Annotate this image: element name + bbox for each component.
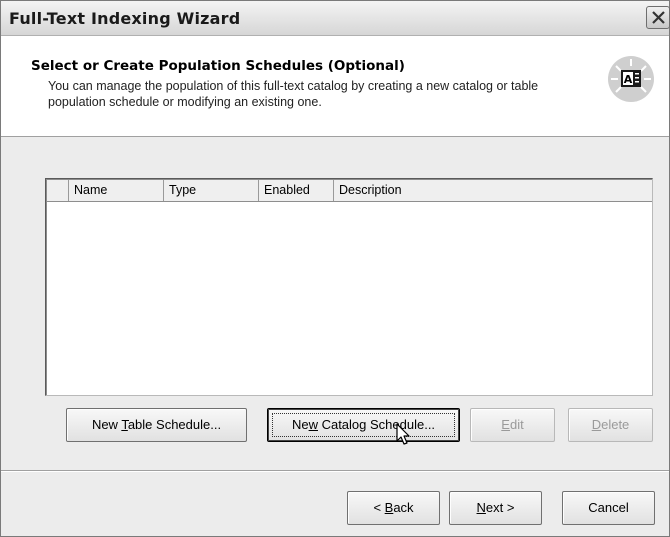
- column-header-enabled[interactable]: Enabled: [259, 180, 334, 201]
- list-header: Name Type Enabled Description: [47, 180, 652, 202]
- new-table-schedule-label-post: able Schedule...: [127, 417, 222, 432]
- back-label-pre: <: [373, 500, 385, 515]
- footer-separator-highlight: [1, 471, 669, 472]
- page-description: You can manage the population of this fu…: [48, 79, 539, 109]
- new-catalog-schedule-button[interactable]: New Catalog Schedule...: [267, 408, 460, 442]
- cancel-label: Cancel: [588, 500, 629, 515]
- column-header-name[interactable]: Name: [69, 180, 164, 201]
- new-table-schedule-button[interactable]: New Table Schedule...: [66, 408, 247, 442]
- page-title: Select or Create Population Schedules (O…: [31, 58, 405, 74]
- wizard-window: Full-Text Indexing Wizard Select or Crea…: [0, 0, 670, 537]
- edit-button[interactable]: Edit: [470, 408, 555, 442]
- close-icon: [652, 11, 665, 24]
- next-label-post: ext >: [485, 500, 515, 515]
- mouse-pointer-icon: [396, 423, 410, 445]
- new-table-schedule-label-pre: New: [91, 417, 122, 432]
- column-header-select[interactable]: [47, 180, 69, 201]
- edit-mnemonic: E: [501, 417, 510, 432]
- back-label-post: ack: [393, 500, 414, 515]
- delete-button[interactable]: Delete: [568, 408, 653, 442]
- close-button[interactable]: [646, 6, 670, 29]
- title-bar[interactable]: Full-Text Indexing Wizard: [1, 1, 670, 36]
- focus-rectangle: [272, 413, 455, 437]
- schedule-list[interactable]: Name Type Enabled Description: [45, 178, 653, 396]
- delete-label-post: elete: [601, 417, 630, 432]
- next-mnemonic: N: [476, 500, 486, 515]
- wizard-document-icon: A: [608, 56, 654, 102]
- column-header-type[interactable]: Type: [164, 180, 259, 201]
- cancel-button[interactable]: Cancel: [562, 491, 655, 525]
- next-button[interactable]: Next >: [449, 491, 542, 525]
- svg-text:A: A: [624, 73, 633, 86]
- wizard-header: Select or Create Population Schedules (O…: [1, 36, 669, 137]
- delete-mnemonic: D: [591, 417, 602, 432]
- back-button[interactable]: < Back: [347, 491, 440, 525]
- window-title: Full-Text Indexing Wizard: [9, 9, 241, 28]
- column-header-description[interactable]: Description: [334, 180, 652, 201]
- edit-label-post: dit: [509, 417, 524, 432]
